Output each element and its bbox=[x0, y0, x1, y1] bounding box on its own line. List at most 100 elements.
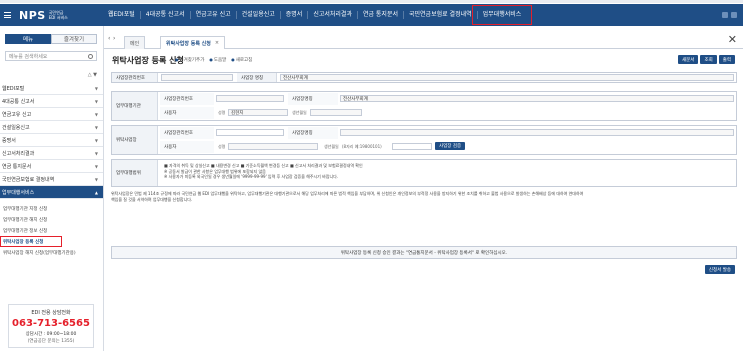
entrusted-no-input[interactable] bbox=[216, 129, 284, 136]
sidebar-sub-entrusted-cancel[interactable]: 위탁사업장 해지 신청(업무대행기관용) bbox=[0, 247, 103, 258]
scope-block: 업무대행범위 ■ 자격의 취득 및 상실신고 ■ 내용변경 신고 ■ 기준소득월… bbox=[111, 159, 737, 187]
favorite-add-link[interactable]: 즐겨찾기추가 bbox=[175, 57, 205, 63]
agency-no-field[interactable] bbox=[216, 95, 284, 102]
nav-result[interactable]: 신고서처리결과 bbox=[308, 11, 358, 19]
main-nav: 웹EDI포털 4대공통 신고서 연금고유 신고 건설일용신고 증명서 신고서처리… bbox=[103, 4, 533, 26]
entrusted-name-label: 성명 bbox=[218, 144, 226, 149]
label-workplace-no: 사업장관리번호 bbox=[112, 73, 158, 82]
verify-workplace-button[interactable]: 사업장 검증 bbox=[435, 142, 466, 150]
help-link[interactable]: 도움말 bbox=[209, 57, 226, 63]
label-entrusted-no: 사업장관리번호 bbox=[160, 127, 214, 139]
label-entrusted: 위탁사업장 bbox=[112, 126, 158, 154]
sidebar-item-label: 웹EDI포털 bbox=[2, 85, 25, 92]
workplace-row: 사업장관리번호 사업장 명칭 전산사무회계 bbox=[111, 72, 737, 83]
hamburger-icon[interactable] bbox=[4, 12, 11, 18]
logo[interactable]: NPS 국민연금 EDI 서비스 bbox=[4, 8, 94, 22]
entrusted-name-field[interactable] bbox=[340, 129, 734, 136]
top-buttons: 새문서 조회 출력 bbox=[678, 55, 735, 64]
label-entrusted-name: 사업장명칭 bbox=[288, 127, 338, 139]
entrusted-birth-input[interactable] bbox=[392, 143, 432, 150]
workplace-no-field[interactable] bbox=[161, 74, 233, 81]
pledge-line-2: 책임을 질 것을 서약하며 업무대행을 신청합니다. bbox=[111, 196, 193, 202]
sidebar-item-label: 연금고유 신고 bbox=[2, 111, 32, 118]
agency-user-name-field[interactable]: 김현지 bbox=[228, 109, 288, 116]
title-links: 즐겨찾기추가 도움말 새로고침 bbox=[175, 57, 253, 63]
sidebar-item-result[interactable]: 신고서처리결과 ▼ bbox=[0, 147, 103, 160]
label-workplace-name: 사업장 명칭 bbox=[237, 73, 277, 82]
tab-label: 위탁사업장 등록 신청 bbox=[166, 40, 211, 47]
sidebar: 메뉴 즐겨찾기 메뉴를 검색하세요 △ ▼ 웹EDI포털 ▼ 4대공통 신고서 ▼ … bbox=[0, 26, 104, 351]
tab-favorites[interactable]: 즐겨찾기 bbox=[51, 34, 97, 44]
sidebar-item-agency-service[interactable]: 업무대행서비스 ▲ bbox=[0, 186, 103, 199]
entrusted-birth-hint: (8자리 예:19800101) bbox=[342, 144, 382, 149]
sidebar-item-label: 건설일용신고 bbox=[2, 124, 30, 131]
label-agency-no: 사업장관리번호 bbox=[160, 93, 214, 105]
search-placeholder: 메뉴를 검색하세요 bbox=[9, 53, 48, 60]
nav-common-report[interactable]: 4대공통 신고서 bbox=[141, 11, 191, 19]
nav-edi-portal[interactable]: 웹EDI포털 bbox=[103, 11, 141, 19]
entrusted-user-name-field[interactable] bbox=[228, 143, 318, 150]
chevron-down-icon: ▼ bbox=[94, 125, 98, 130]
page-title: 위탁사업장 등록 신청 bbox=[112, 56, 184, 65]
logo-text: NPS bbox=[19, 8, 46, 22]
search-button[interactable]: 조회 bbox=[700, 55, 717, 64]
refresh-link[interactable]: 새로고침 bbox=[231, 57, 253, 63]
contact-hours: 상담시간 : 09:00~18:00 bbox=[25, 332, 77, 337]
tab-current[interactable]: 위탁사업장 등록 신청 × bbox=[160, 36, 226, 49]
close-icon[interactable]: × bbox=[215, 40, 219, 46]
sidebar-item-premium[interactable]: 국민연금보험료 결정내역 ▼ bbox=[0, 173, 103, 186]
sidebar-item-edi-portal[interactable]: 웹EDI포털 ▼ bbox=[0, 82, 103, 95]
sidebar-item-certificate[interactable]: 증명서 ▼ bbox=[0, 134, 103, 147]
sidebar-item-notice[interactable]: 연금 통지문서 ▼ bbox=[0, 160, 103, 173]
nav-construction[interactable]: 건설일용신고 bbox=[237, 11, 281, 19]
nav-pension-report[interactable]: 연금고유 신고 bbox=[191, 11, 237, 19]
sidebar-item-construction[interactable]: 건설일용신고 ▼ bbox=[0, 121, 103, 134]
sidebar-sub-agency-designate[interactable]: 업무대행기관 지정 신청 bbox=[0, 203, 103, 214]
agency-block: 업무대행기관 사업장관리번호 사업장명칭 전산사무회계 사용자 성명 김현지 생… bbox=[111, 91, 737, 121]
label-scope: 업무대행범위 bbox=[112, 160, 158, 186]
close-all-icon[interactable]: ✕ bbox=[728, 34, 737, 45]
sidebar-sub-agency-cancel[interactable]: 업무대행기관 해지 신청 bbox=[0, 214, 103, 225]
sidebar-item-label: 업무대행서비스 bbox=[2, 189, 35, 196]
label-agency: 업무대행기관 bbox=[112, 92, 158, 120]
sidebar-item-label: 국민연금보험료 결정내역 bbox=[2, 176, 55, 183]
sidebar-tools: △ ▼ bbox=[88, 72, 97, 78]
print-button[interactable]: 출력 bbox=[718, 55, 735, 64]
chevron-down-icon: ▼ bbox=[94, 177, 98, 182]
sidebar-sub-agency-info[interactable]: 업무대행기관 정보 신청 bbox=[0, 225, 103, 236]
agency-birth-field[interactable] bbox=[310, 109, 362, 116]
grid-icon[interactable] bbox=[722, 12, 728, 18]
submit-application-button[interactable]: 신청서 발송 bbox=[704, 265, 735, 274]
entrusted-birth-label: 생년월일 bbox=[324, 144, 339, 149]
tab-bar: ‹ › 메인 위탁사업장 등록 신청 × ✕ bbox=[104, 32, 743, 49]
nav-certificate[interactable]: 증명서 bbox=[281, 11, 309, 19]
tab-menu[interactable]: 메뉴 bbox=[5, 34, 51, 44]
settings-icon[interactable] bbox=[731, 12, 737, 18]
scope-line-3: ※ 사용자가 미등록 외국인일 경우 생년월일에 '9999-99-99' 입력… bbox=[164, 174, 339, 179]
nav-agency-service[interactable]: 업무대행서비스 bbox=[471, 5, 533, 25]
sidebar-tabs: 메뉴 즐겨찾기 bbox=[5, 34, 97, 44]
tab-label: 메인 bbox=[130, 40, 140, 47]
sidebar-item-label: 4대공통 신고서 bbox=[2, 98, 35, 105]
sidebar-item-label: 증명서 bbox=[2, 137, 16, 144]
sidebar-item-common-report[interactable]: 4대공통 신고서 ▼ bbox=[0, 95, 103, 108]
new-doc-button[interactable]: 새문서 bbox=[678, 55, 699, 64]
tab-prev-icon[interactable]: ‹ bbox=[108, 35, 110, 42]
sidebar-item-label: 신고서처리결과 bbox=[2, 150, 35, 157]
chevron-down-icon: ▼ bbox=[94, 112, 98, 117]
logo-sub-2: EDI 서비스 bbox=[48, 15, 68, 20]
search-icon[interactable] bbox=[88, 54, 93, 59]
scope-text: ■ 자격의 취득 및 상실신고 ■ 내용변경 신고 ■ 기준소득월액 변경등 신… bbox=[164, 163, 734, 180]
menu-search-input[interactable]: 메뉴를 검색하세요 bbox=[5, 51, 97, 61]
sidebar-item-pension-report[interactable]: 연금고유 신고 ▼ bbox=[0, 108, 103, 121]
collapse-toggle-icon[interactable]: △ ▼ bbox=[88, 72, 97, 78]
tab-next-icon[interactable]: › bbox=[113, 35, 115, 42]
nav-premium[interactable]: 국민연금보험료 결정내역 bbox=[404, 11, 478, 19]
sidebar-sub-entrusted-register[interactable]: 위탁사업장 등록 신청 bbox=[0, 236, 62, 247]
agency-name-field[interactable]: 전산사무회계 bbox=[340, 95, 734, 102]
workplace-name-field[interactable]: 전산사무회계 bbox=[280, 74, 734, 81]
chevron-up-icon: ▲ bbox=[94, 190, 98, 195]
chevron-down-icon: ▼ bbox=[94, 151, 98, 156]
nav-notice[interactable]: 연금 통지문서 bbox=[358, 11, 404, 19]
tab-home[interactable]: 메인 bbox=[124, 36, 146, 49]
